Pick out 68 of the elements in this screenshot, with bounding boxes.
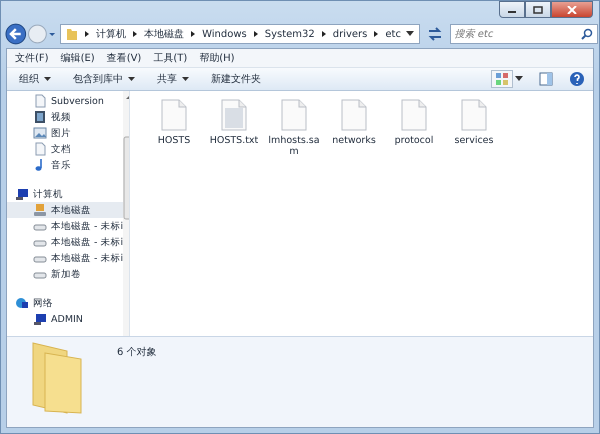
breadcrumb-item[interactable]: 本地磁盘 xyxy=(144,27,184,41)
help-icon[interactable] xyxy=(569,71,585,87)
document-icon xyxy=(281,99,307,131)
nav-item[interactable]: 网络 xyxy=(7,295,124,311)
nav-item[interactable]: 图片 xyxy=(7,125,124,141)
nav-item[interactable]: 本地磁盘 - 未标i xyxy=(7,250,124,266)
toolbar-button[interactable]: 共享 xyxy=(151,70,195,88)
file-item[interactable]: HOSTS.txt xyxy=(208,99,260,146)
document-icon xyxy=(401,99,427,131)
chevron-icon xyxy=(131,29,140,39)
document-icon xyxy=(341,99,367,131)
search-field[interactable]: 搜索 etc xyxy=(450,24,598,44)
video-icon xyxy=(33,110,47,124)
menu-item[interactable]: 工具(T) xyxy=(153,51,188,65)
toolbar-button[interactable]: 新建文件夹 xyxy=(205,70,267,88)
breadcrumb-item[interactable]: drivers xyxy=(332,28,368,40)
dropdown-icon[interactable] xyxy=(406,31,414,37)
breadcrumb-item[interactable]: etc xyxy=(385,28,401,40)
sysdrive-icon xyxy=(33,203,47,217)
toolbar-button[interactable]: 包含到库中 xyxy=(67,70,141,88)
menu-item[interactable]: 文件(F) xyxy=(15,51,49,65)
file-item[interactable]: HOSTS xyxy=(148,99,200,146)
breadcrumb-item[interactable]: 计算机 xyxy=(96,27,126,41)
nav-item[interactable]: ADMIN xyxy=(7,311,124,327)
computer-icon xyxy=(33,312,47,326)
toolbar-button[interactable]: 组织 xyxy=(13,70,57,88)
doc-icon xyxy=(33,142,47,156)
nav-item[interactable]: 视频 xyxy=(7,109,124,125)
preview-pane-icon[interactable] xyxy=(539,72,553,86)
close-button[interactable] xyxy=(551,1,593,18)
address-bar[interactable]: 计算机 本地磁盘 Windows System32 drivers etc xyxy=(60,24,420,44)
folder-icon xyxy=(66,27,78,41)
nav-item[interactable]: 本地磁盘 xyxy=(7,202,124,218)
chevron-icon xyxy=(252,29,260,39)
file-item[interactable]: services xyxy=(448,99,500,146)
chevron-icon xyxy=(189,29,198,39)
breadcrumb-item[interactable]: Windows xyxy=(202,28,247,40)
chevron-icon xyxy=(372,29,380,39)
file-item[interactable]: networks xyxy=(328,99,380,146)
doc-icon xyxy=(33,94,47,108)
menu-item[interactable]: 编辑(E) xyxy=(60,51,95,65)
nav-item[interactable]: 本地磁盘 - 未标i xyxy=(7,218,124,234)
chevron-icon xyxy=(320,29,328,39)
item-count: 6 个对象 xyxy=(117,346,157,359)
computer-icon xyxy=(15,187,29,201)
breadcrumb-item[interactable]: System32 xyxy=(264,28,315,40)
caret-icon[interactable] xyxy=(515,76,523,82)
document-icon xyxy=(221,99,247,131)
menu-item[interactable]: 查看(V) xyxy=(106,51,142,65)
file-item[interactable]: lmhosts.sam xyxy=(268,99,320,157)
nav-item[interactable]: Subversion xyxy=(7,93,124,109)
document-icon xyxy=(161,99,187,131)
back-forward-icon[interactable] xyxy=(5,22,56,46)
document-icon xyxy=(461,99,487,131)
close-icon xyxy=(567,6,577,14)
minimize-button[interactable] xyxy=(499,1,525,18)
chevron-icon xyxy=(83,29,92,39)
nav-item[interactable]: 文档 xyxy=(7,141,124,157)
maximize-button[interactable] xyxy=(525,1,551,18)
nav-item[interactable]: 本地磁盘 - 未标i xyxy=(7,234,124,250)
picture-icon xyxy=(33,126,47,140)
network-icon xyxy=(15,296,29,310)
nav-item[interactable]: 新加卷 xyxy=(7,266,124,282)
maximize-icon xyxy=(533,6,543,14)
file-item[interactable]: protocol xyxy=(388,99,440,146)
nav-item[interactable]: 音乐 xyxy=(7,157,124,173)
nav-item[interactable]: 计算机 xyxy=(7,186,124,202)
menu-item[interactable]: 帮助(H) xyxy=(199,51,235,65)
